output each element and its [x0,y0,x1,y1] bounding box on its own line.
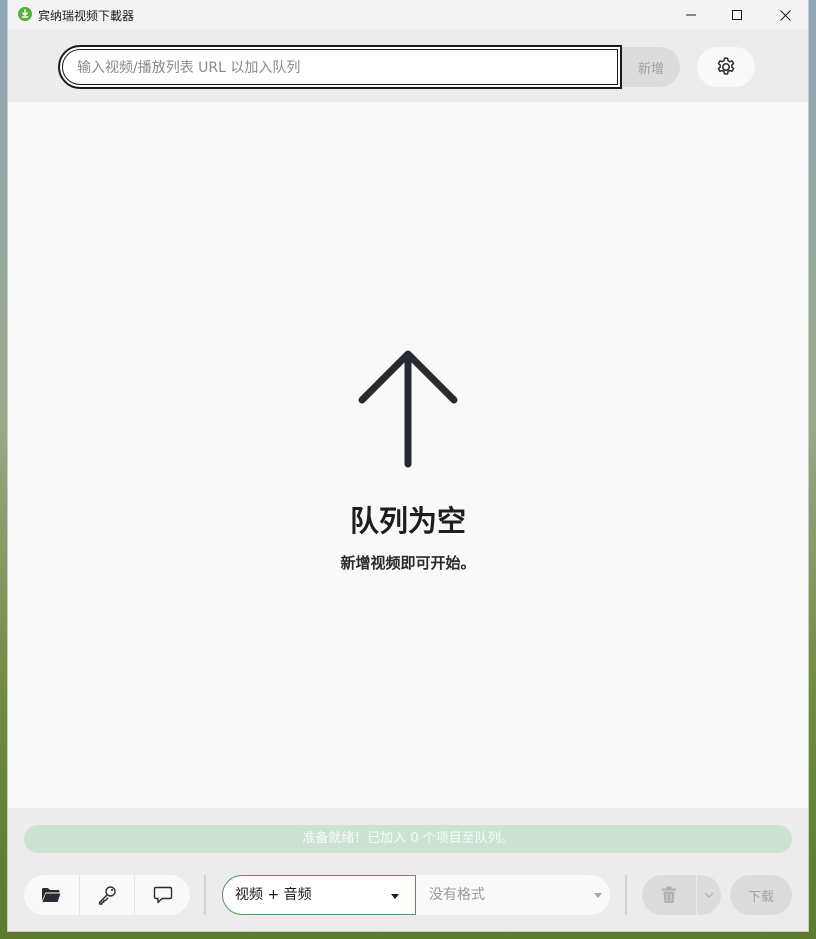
open-folder-button[interactable] [24,875,79,915]
empty-queue-subtitle: 新增视频即可开始。 [340,554,476,572]
divider [625,875,627,915]
empty-queue-title: 队列为空 [349,504,466,538]
url-input-placeholder: 输入视频/播放列表 URL 以加入队列 [77,60,301,76]
url-input[interactable]: 输入视频/播放列表 URL 以加入队列 [58,45,622,89]
format-select[interactable]: 没有格式 [416,875,610,915]
window-title: 宾纳瑞视频下載器 [38,9,135,23]
maximize-icon [732,10,742,20]
url-toolbar: 输入视频/播放列表 URL 以加入队列 新增 [8,30,808,102]
minimize-icon [686,14,696,16]
empty-queue: 队列为空 新增视频即可开始。 [8,102,808,808]
minimize-button[interactable] [668,0,714,30]
trash-icon [662,886,676,903]
app-logo-icon [18,7,32,21]
folder-icon [42,888,61,902]
gear-icon [717,57,735,75]
clear-queue-button[interactable] [642,875,696,915]
format-placeholder: 没有格式 [429,887,485,903]
download-button[interactable]: 下载 [730,875,792,915]
status-message: 准备就绪！已加入 0 个项目至队列。 [24,825,792,853]
utility-button-group [24,875,190,915]
chat-icon [153,886,172,904]
add-url-button[interactable]: 新增 [622,47,680,87]
arrow-up-icon [358,350,458,468]
key-icon [98,886,116,905]
maximize-button[interactable] [714,0,760,30]
media-type-value: 视频 + 音频 [235,887,312,903]
close-button[interactable] [762,0,808,30]
app-window: 宾纳瑞视频下載器 输入视频/播放列表 URL 以加入队列 新增 队列为空 新增视… [8,0,808,931]
feedback-button[interactable] [134,875,190,915]
close-icon [779,9,791,21]
credentials-button[interactable] [78,875,135,915]
url-input-focus-ring: 输入视频/播放列表 URL 以加入队列 [62,49,618,85]
chevron-down-icon [704,892,714,898]
media-type-select[interactable]: 视频 + 音频 [222,875,416,915]
title-bar: 宾纳瑞视频下載器 [8,0,808,30]
chevron-down-icon [391,894,399,899]
clear-options-dropdown[interactable] [697,875,721,915]
chevron-down-icon [594,893,602,898]
settings-button[interactable] [697,47,755,87]
divider [204,875,206,915]
bottom-bar: 准备就绪！已加入 0 个项目至队列。 视频 + 音频 没有格式 下载 [8,808,808,931]
